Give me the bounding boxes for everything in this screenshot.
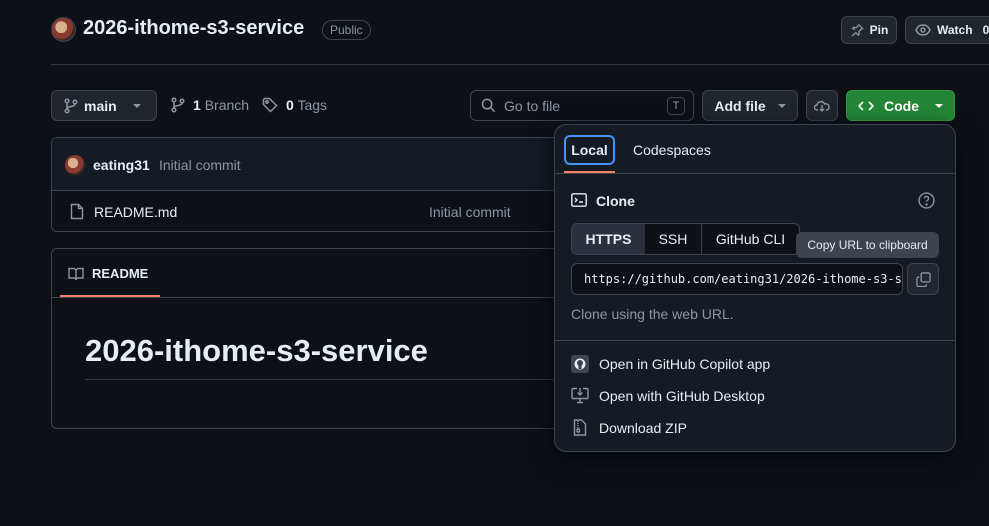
file-list: eating31 Initial commit README.md Initia… xyxy=(51,137,571,232)
readme-heading: 2026-ithome-s3-service xyxy=(85,333,428,368)
chevron-down-icon xyxy=(777,103,786,108)
file-icon xyxy=(70,203,84,220)
code-label: Code xyxy=(884,97,919,114)
avatar[interactable] xyxy=(65,155,85,175)
latest-commit-bar: eating31 Initial commit xyxy=(52,138,570,191)
go-to-file-input[interactable]: Go to file T xyxy=(470,90,694,121)
add-file-button[interactable]: Add file xyxy=(702,90,798,121)
visibility-badge: Public xyxy=(322,20,371,40)
readme-panel: README 2026-ithome-s3-service xyxy=(51,248,571,429)
keyboard-shortcut: T xyxy=(667,97,685,115)
copy-url-button[interactable] xyxy=(907,263,939,295)
eye-icon xyxy=(915,23,931,37)
branch-count-label: Branch xyxy=(204,97,250,113)
chevron-down-icon xyxy=(132,103,141,108)
pin-label: Pin xyxy=(869,23,889,37)
branch-name: main xyxy=(84,97,117,114)
protocol-https[interactable]: HTTPS xyxy=(572,224,645,254)
branches-link[interactable]: 1 Branch xyxy=(171,97,249,113)
download-zip-item[interactable]: Download ZIP xyxy=(571,419,687,436)
repo-name[interactable]: 2026-ithome-s3-service xyxy=(83,17,304,40)
watch-label: Watch xyxy=(937,23,973,37)
file-zip-icon xyxy=(571,419,589,436)
open-copilot-app-label: Open in GitHub Copilot app xyxy=(599,356,771,372)
add-file-label: Add file xyxy=(714,97,766,114)
clone-hint: Clone using the web URL. xyxy=(571,306,734,322)
open-copilot-app-item[interactable]: Open in GitHub Copilot app xyxy=(571,355,770,373)
commit-author[interactable]: eating31 xyxy=(93,157,150,173)
protocol-ssh[interactable]: SSH xyxy=(645,224,701,254)
copy-url-tooltip: Copy URL to clipboard xyxy=(796,232,939,258)
divider xyxy=(52,297,570,298)
go-to-file-placeholder: Go to file xyxy=(504,97,561,114)
repo-owner-avatar[interactable] xyxy=(51,17,76,42)
protocol-github-cli[interactable]: GitHub CLI xyxy=(701,224,799,254)
search-icon xyxy=(481,98,496,113)
branch-selector[interactable]: main xyxy=(51,90,157,121)
readme-tab-label: README xyxy=(92,266,149,281)
chevron-down-icon xyxy=(935,103,943,108)
open-desktop-label: Open with GitHub Desktop xyxy=(599,387,765,404)
watch-button[interactable]: Watch 0 xyxy=(905,16,989,44)
tab-codespaces[interactable]: Codespaces xyxy=(633,142,711,158)
header-divider xyxy=(51,64,989,65)
copy-icon xyxy=(915,271,931,287)
desktop-download-icon xyxy=(571,387,589,404)
divider xyxy=(555,340,955,341)
divider xyxy=(555,173,955,174)
pin-button[interactable]: Pin xyxy=(841,16,897,44)
file-name[interactable]: README.md xyxy=(94,204,177,220)
tab-local[interactable]: Local xyxy=(564,135,615,165)
heading-rule xyxy=(85,379,570,380)
terminal-icon xyxy=(571,193,587,207)
question-icon[interactable] xyxy=(918,192,935,209)
commit-message[interactable]: Initial commit xyxy=(159,157,241,173)
github-icon xyxy=(571,355,589,373)
branch-icon xyxy=(171,97,185,113)
file-commit-message[interactable]: Initial commit xyxy=(429,204,511,220)
code-dropdown-panel: Local Codespaces Clone HTTPS SSH GitHub … xyxy=(554,124,956,452)
table-row[interactable]: README.md Initial commit xyxy=(52,191,570,231)
branch-icon xyxy=(64,97,78,114)
code-button[interactable]: Code xyxy=(846,90,955,121)
clone-url-field[interactable]: https://github.com/eating31/2026-ithome-… xyxy=(571,263,903,295)
book-icon xyxy=(68,267,84,281)
download-zip-label: Download ZIP xyxy=(599,419,687,436)
watch-count: 0 xyxy=(982,23,989,37)
cloud-icon xyxy=(814,99,830,113)
branch-count: 1 xyxy=(193,97,201,113)
tag-icon xyxy=(262,97,278,113)
tab-readme[interactable]: README xyxy=(68,266,148,281)
tag-count: 0 xyxy=(286,97,294,113)
tag-count-label: Tags xyxy=(297,97,328,113)
clone-protocol-selector: HTTPS SSH GitHub CLI xyxy=(571,223,800,255)
tags-link[interactable]: 0 Tags xyxy=(262,97,327,113)
clone-section-title: Clone xyxy=(596,193,635,209)
codespaces-button[interactable] xyxy=(806,90,838,121)
open-desktop-item[interactable]: Open with GitHub Desktop xyxy=(571,387,765,404)
pin-icon xyxy=(850,23,864,37)
code-icon xyxy=(858,100,874,112)
